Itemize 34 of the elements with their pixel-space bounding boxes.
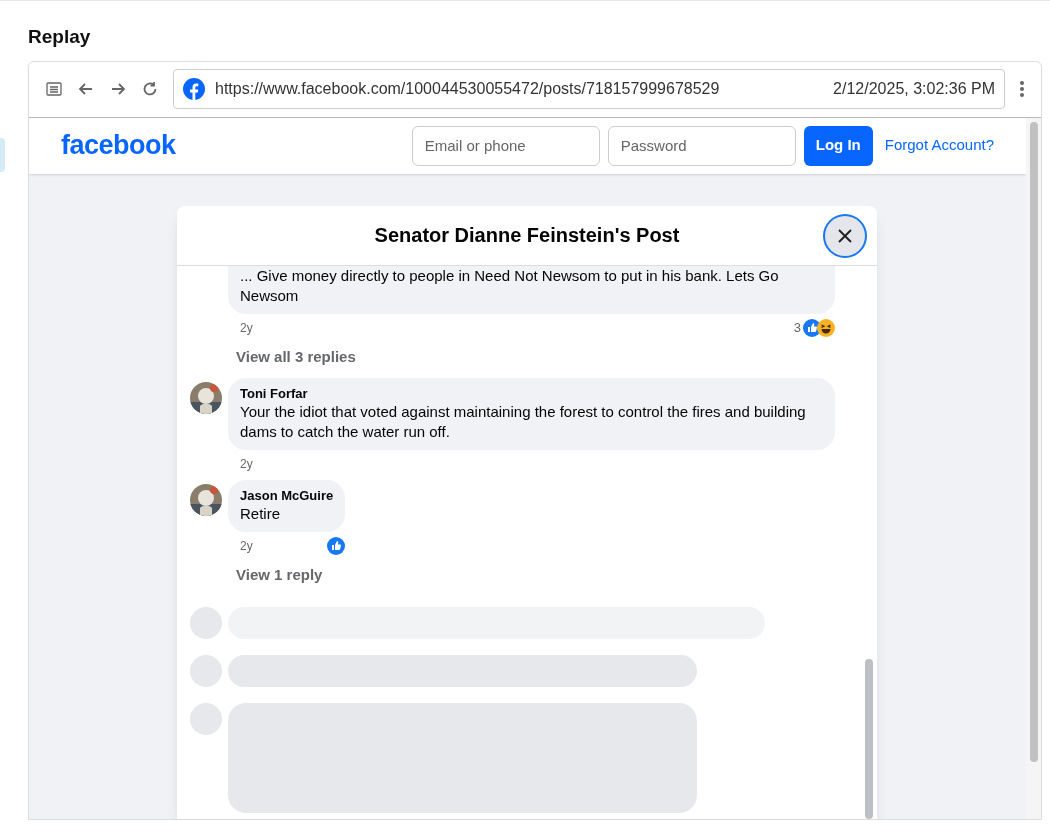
close-button[interactable] <box>825 215 865 256</box>
view-replies-link[interactable]: View 1 reply <box>228 564 346 587</box>
forgot-account-link[interactable]: Forgot Account? <box>884 134 994 157</box>
scrollbar-thumb[interactable] <box>1029 121 1038 762</box>
comment-text: Your the idiot that voted against maintaining the forest to control the fires and building dams to catch the water run off. <box>240 402 807 442</box>
login-button[interactable]: Log In <box>803 125 873 166</box>
list-icon[interactable] <box>45 80 63 98</box>
avatar-placeholder <box>190 654 222 687</box>
comment-text: Retire <box>240 504 281 524</box>
timestamp: 2/12/2025, 3:02:36 PM <box>833 79 995 99</box>
view-replies-link[interactable]: View all 3 replies <box>228 345 835 368</box>
avatar-placeholder <box>190 606 222 639</box>
password-field[interactable]: Password <box>607 125 796 166</box>
comment-time: 2y <box>240 456 253 473</box>
comment-time: 2y <box>240 538 253 555</box>
comment-author[interactable]: Jason McGuire <box>240 488 334 504</box>
dialog-title: Senator Dianne Feinstein's Post <box>374 223 680 248</box>
scrollbar-thumb[interactable] <box>865 658 873 819</box>
comment-author[interactable]: Toni Forfar <box>240 386 823 402</box>
facebook-icon <box>183 78 205 100</box>
avatar-placeholder <box>190 702 222 735</box>
url-text: https://www.facebook.com/100044530055472/posts/718157999678529 <box>215 79 721 99</box>
more-icon[interactable] <box>1019 80 1025 98</box>
comment-time: 2y <box>240 319 253 337</box>
address-bar[interactable]: https://www.facebook.com/100044530055472/posts/718157999678529 2/12/2025, 3:02:36 PM <box>173 69 1005 109</box>
like-icon <box>327 537 346 555</box>
laughing-face-icon <box>817 318 835 337</box>
comment-text: ... Give money directly to people in Need Not Newsom to put in his bank. Lets Go Newsom <box>240 265 780 306</box>
close-icon <box>837 227 853 244</box>
reload-icon[interactable] <box>141 80 159 98</box>
email-field[interactable]: Email or phone <box>411 125 600 166</box>
facebook-logo[interactable]: facebook <box>61 125 412 166</box>
reaction-count: 3 <box>793 318 801 337</box>
section-title: Replay <box>28 25 92 49</box>
